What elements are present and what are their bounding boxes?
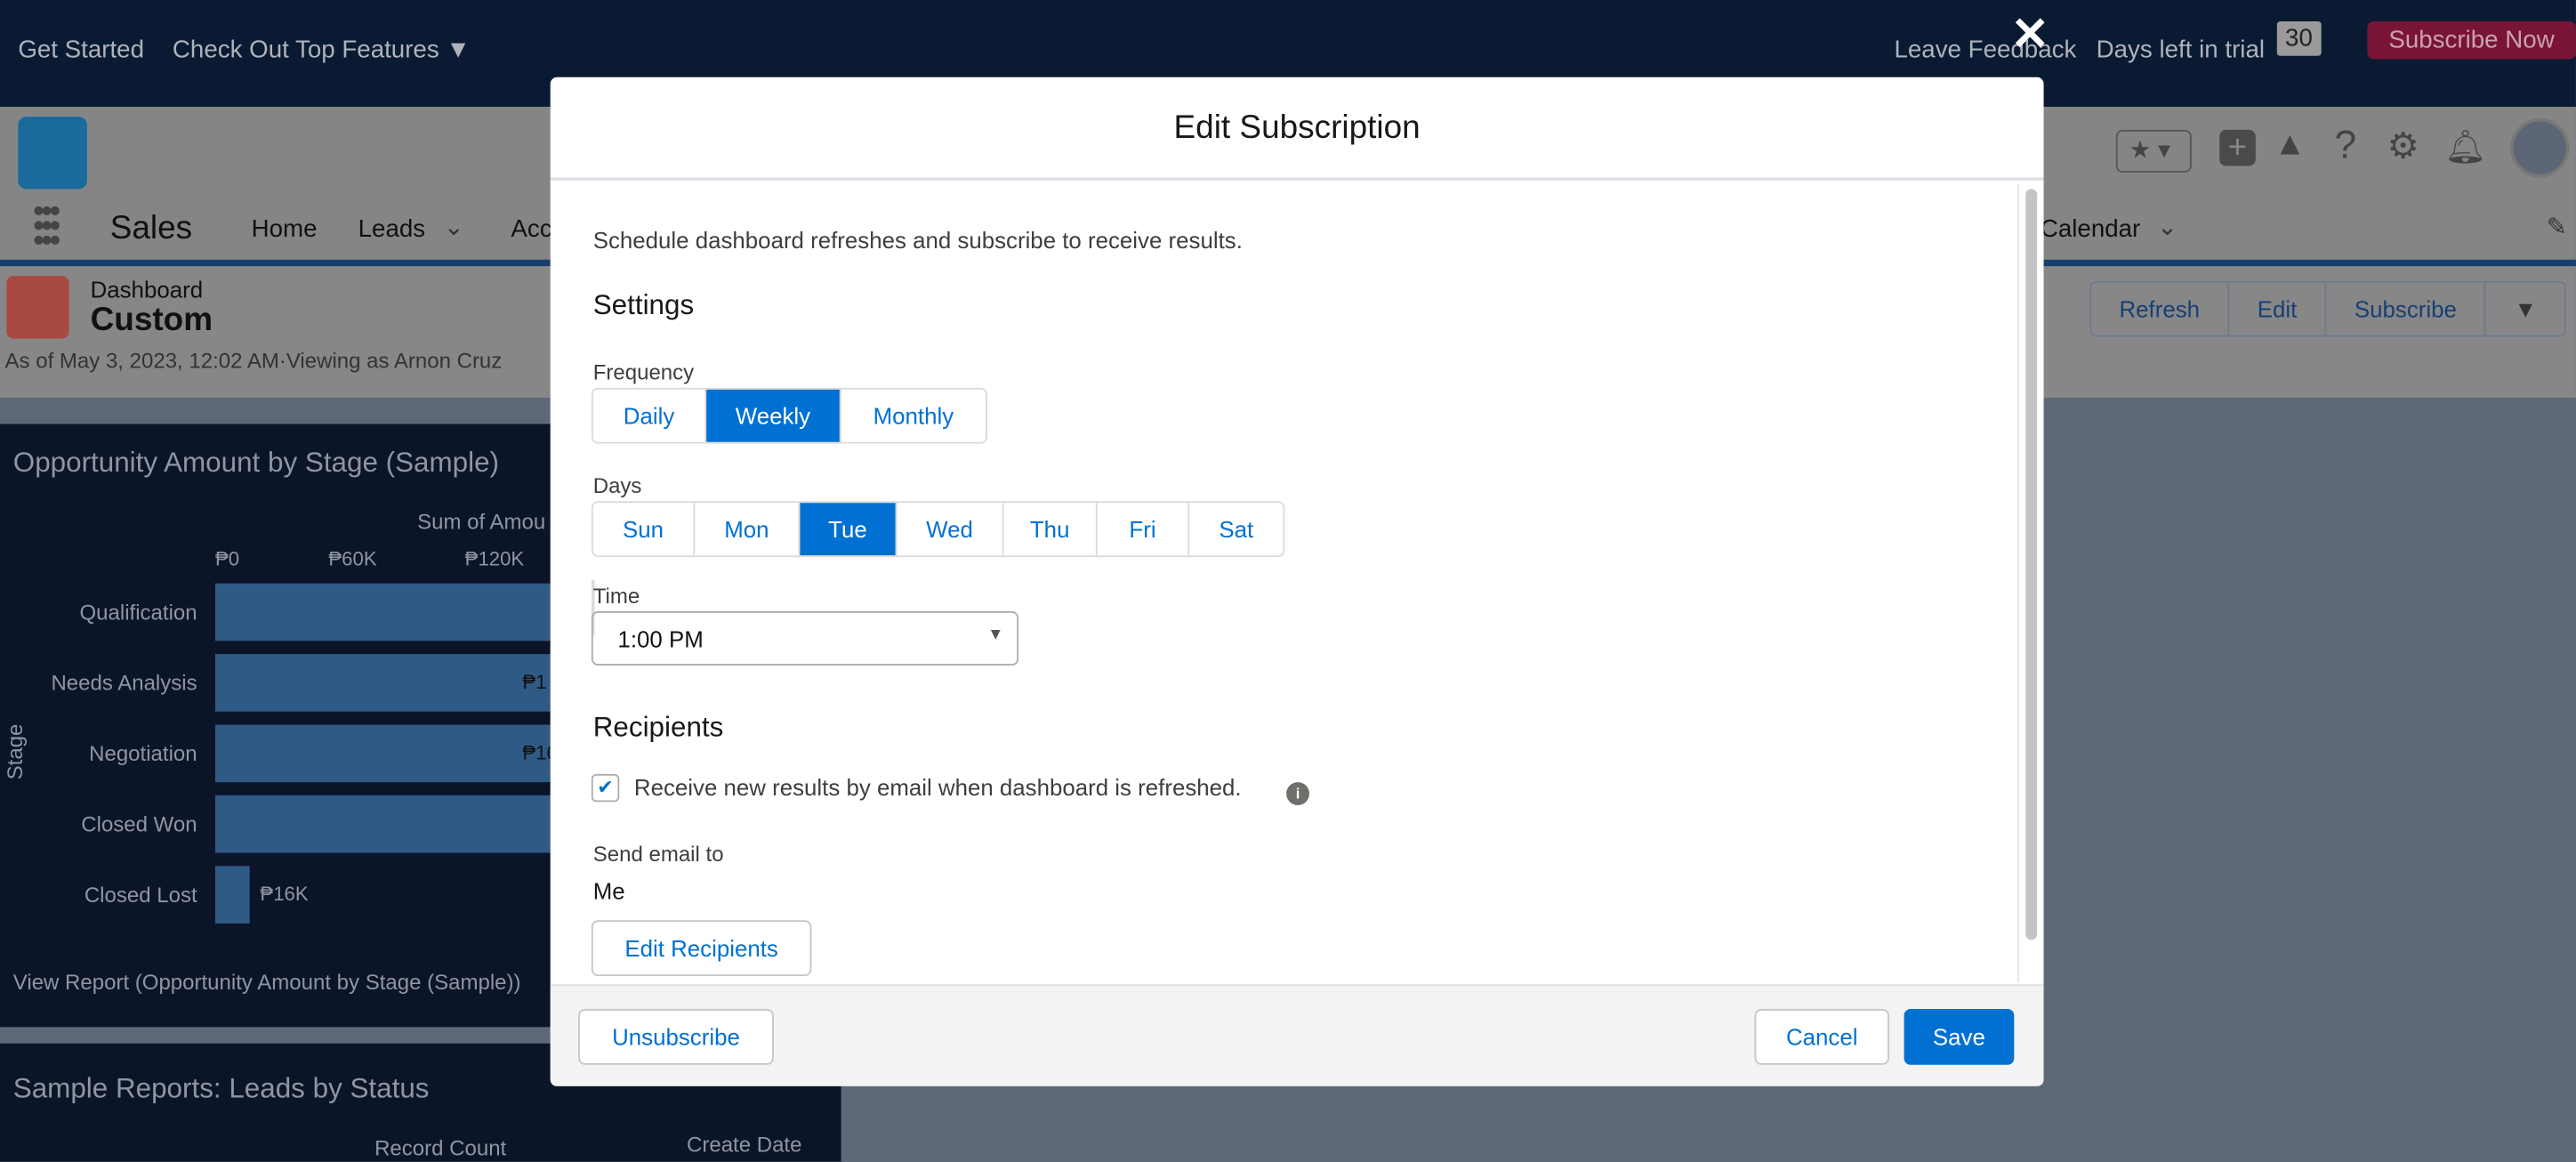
close-modal-icon[interactable]: ✕ — [2011, 6, 2049, 61]
save-button[interactable]: Save — [1904, 1008, 2015, 1065]
modal-footer: Unsubscribe Cancel Save — [550, 984, 2044, 1086]
frequency-daily[interactable]: Daily — [593, 389, 707, 442]
y-axis-label: Stage — [2, 723, 28, 780]
app-launcher-icon[interactable]: ••• ••• ••• — [33, 196, 60, 258]
email-checkbox[interactable]: ✔ — [591, 773, 620, 803]
dashboard-gauge-icon — [6, 276, 69, 339]
chart-title: Opportunity Amount by Stage (Sample) — [12, 447, 500, 479]
app-name: Sales — [109, 210, 193, 247]
data-label: ₱1 — [522, 670, 547, 694]
pencil-icon[interactable]: ✎ — [2547, 212, 2567, 241]
time-label: Time — [592, 583, 640, 609]
y-tick: Closed Won — [81, 811, 197, 837]
x-tick: ₱120K — [464, 547, 525, 570]
frequency-weekly[interactable]: Weekly — [706, 389, 841, 442]
bell-icon[interactable]: 🔔︎ — [2444, 126, 2486, 167]
dashboard-actions: Refresh Edit Subscribe ▼ — [2089, 280, 2567, 337]
subscribe-now-button[interactable]: Subscribe Now — [2367, 21, 2576, 60]
caret-down-icon: ▼ — [987, 625, 1004, 644]
view-report-link[interactable]: View Report (Opportunity Amount by Stage… — [13, 970, 521, 995]
chevron-down-icon[interactable]: ⌄ — [444, 212, 464, 241]
cancel-button[interactable]: Cancel — [1754, 1008, 1889, 1065]
chevron-down-icon[interactable]: ⌄ — [2157, 212, 2178, 241]
frequency-label: Frequency — [592, 359, 695, 385]
object-type: Dashboard — [90, 276, 204, 303]
subscribe-button[interactable]: Subscribe — [2326, 282, 2487, 335]
days-left-badge: 30 — [2276, 21, 2322, 56]
modal-title: Edit Subscription — [550, 77, 2044, 182]
y-tick: Qualification — [79, 600, 197, 625]
send-to-label: Send email to — [592, 841, 724, 867]
get-started-link[interactable]: Get Started — [18, 36, 144, 64]
edit-button[interactable]: Edit — [2229, 282, 2327, 335]
day-sun[interactable]: Sun — [593, 503, 696, 556]
send-to-value: Me — [592, 877, 625, 904]
x-tick: ₱60K — [328, 547, 377, 570]
y-tick: Closed Lost — [84, 882, 197, 908]
briefcase-logo-icon — [18, 117, 87, 190]
nav-leads[interactable]: Leads — [358, 215, 425, 243]
nav-home[interactable]: Home — [252, 215, 318, 243]
days-label: Days — [592, 472, 642, 498]
plus-icon[interactable]: + — [2219, 129, 2256, 166]
page-subtitle: As of May 3, 2023, 12:02 AM·Viewing as A… — [4, 348, 503, 374]
data-label: ₱16K — [260, 882, 309, 906]
frequency-selector: Daily Weekly Monthly — [591, 387, 987, 444]
day-fri[interactable]: Fri — [1098, 503, 1190, 556]
favorites-star-icon[interactable]: ★ ▾ — [2115, 129, 2192, 173]
day-mon[interactable]: Mon — [695, 503, 801, 556]
x-axis-label: Sum of Amou — [417, 509, 546, 535]
page-title: Custom — [90, 302, 213, 339]
top-features-label: Check Out Top Features — [172, 36, 439, 65]
frequency-monthly[interactable]: Monthly — [841, 390, 986, 442]
x-tick: ₱0 — [214, 547, 240, 570]
more-actions-icon[interactable]: ▼ — [2486, 283, 2564, 335]
days-left-label: Days left in trial — [2096, 36, 2266, 65]
modal-scrollbar[interactable] — [2017, 183, 2044, 983]
edit-subscription-modal: Edit Subscription Schedule dashboard ref… — [550, 77, 2044, 1086]
gear-icon[interactable]: ⚙ — [2387, 125, 2419, 167]
bar-closed-lost[interactable] — [214, 866, 251, 924]
edit-recipients-button[interactable]: Edit Recipients — [591, 920, 812, 977]
help-icon[interactable]: ? — [2334, 124, 2356, 170]
nav-accounts[interactable]: Acc — [511, 215, 551, 243]
day-thu[interactable]: Thu — [1003, 503, 1098, 556]
column-header: Create Date — [687, 1132, 802, 1158]
column-header: Record Count — [374, 1135, 507, 1160]
day-wed[interactable]: Wed — [897, 503, 1004, 556]
y-tick: Negotiation — [89, 740, 197, 766]
recipients-heading: Recipients — [592, 711, 724, 743]
leads-card-title: Sample Reports: Leads by Status — [12, 1073, 430, 1105]
avatar[interactable] — [2510, 117, 2570, 178]
nav-calendar[interactable]: Calendar — [2041, 215, 2140, 243]
refresh-button[interactable]: Refresh — [2091, 282, 2230, 335]
day-sat[interactable]: Sat — [1189, 503, 1283, 555]
time-value: 1:00 PM — [617, 625, 704, 653]
day-tue[interactable]: Tue — [800, 503, 898, 556]
time-select[interactable]: 1:00 PM ▼ — [591, 611, 1019, 666]
caret-down-icon: ▼ — [446, 36, 471, 65]
info-icon[interactable]: i — [1286, 782, 1309, 805]
modal-intro: Schedule dashboard refreshes and subscri… — [592, 226, 1243, 254]
top-features-menu[interactable]: Check Out Top Features ▼ — [173, 36, 471, 64]
modal-body: Schedule dashboard refreshes and subscri… — [551, 181, 2044, 986]
days-selector: Sun Mon Tue Wed Thu Fri Sat — [591, 501, 1285, 558]
settings-heading: Settings — [592, 289, 695, 321]
trailhead-icon[interactable]: ▲ — [2274, 126, 2306, 164]
y-tick: Needs Analysis — [51, 670, 197, 696]
unsubscribe-button[interactable]: Unsubscribe — [578, 1008, 774, 1065]
email-checkbox-label: Receive new results by email when dashbo… — [633, 773, 1242, 801]
